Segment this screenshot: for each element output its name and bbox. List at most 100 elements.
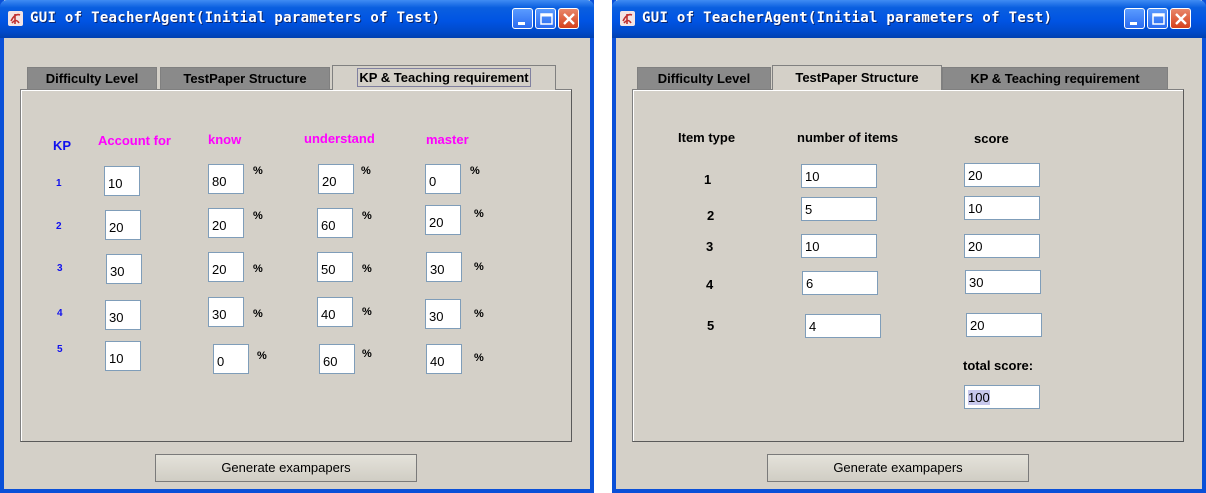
percent-label: % xyxy=(361,165,371,177)
master-field[interactable]: 0 xyxy=(425,164,461,194)
percent-label: % xyxy=(474,308,484,320)
total-score-value: 100 xyxy=(968,390,990,405)
header-kp: KP xyxy=(53,138,72,153)
generate-exampapers-button[interactable]: Generate exampapers xyxy=(767,454,1029,482)
score-field[interactable]: 20 xyxy=(966,313,1042,337)
maximize-button[interactable] xyxy=(535,8,556,29)
content-area: Difficulty Level TestPaper Structure KP … xyxy=(4,38,590,489)
tab-label: KP & Teaching requirement xyxy=(970,71,1140,86)
close-icon xyxy=(563,13,575,25)
know-field[interactable]: 30 xyxy=(208,297,244,327)
minimize-icon xyxy=(518,22,525,25)
header-account-for: Account for xyxy=(98,133,171,148)
know-field[interactable]: 20 xyxy=(208,252,244,282)
tab-label: TestPaper Structure xyxy=(795,70,919,85)
tab-kp-teaching[interactable]: KP & Teaching requirement xyxy=(332,65,556,90)
understand-field[interactable]: 50 xyxy=(317,252,353,282)
close-button[interactable] xyxy=(1170,8,1191,29)
title-bar[interactable]: GUI of TeacherAgent(Initial parameters o… xyxy=(612,0,1206,38)
percent-label: % xyxy=(253,165,263,177)
kp-label: 5 xyxy=(57,344,63,355)
tab-label: Difficulty Level xyxy=(45,71,139,86)
minimize-button[interactable] xyxy=(1124,8,1145,29)
java-app-icon xyxy=(620,11,635,26)
total-score-field[interactable]: 100 xyxy=(964,385,1040,409)
tab-label: KP & Teaching requirement xyxy=(357,68,531,87)
maximize-icon xyxy=(540,13,553,25)
account-for-field[interactable]: 20 xyxy=(105,210,141,240)
tab-testpaper-structure[interactable]: TestPaper Structure xyxy=(160,67,330,89)
window-title: GUI of TeacherAgent(Initial parameters o… xyxy=(642,10,1053,26)
header-understand: understand xyxy=(304,131,375,146)
tab-difficulty-level[interactable]: Difficulty Level xyxy=(27,67,157,89)
tab-difficulty-level[interactable]: Difficulty Level xyxy=(637,67,771,89)
window-title: GUI of TeacherAgent(Initial parameters o… xyxy=(30,10,441,26)
account-for-field[interactable]: 30 xyxy=(105,300,141,330)
percent-label: % xyxy=(474,261,484,273)
score-field[interactable]: 20 xyxy=(964,234,1040,258)
header-item-type: Item type xyxy=(678,130,736,145)
close-button[interactable] xyxy=(558,8,579,29)
item-type-label: 1 xyxy=(704,172,712,187)
understand-field[interactable]: 20 xyxy=(318,164,354,194)
master-field[interactable]: 30 xyxy=(425,299,461,329)
item-type-label: 2 xyxy=(707,208,715,223)
percent-label: % xyxy=(362,263,372,275)
percent-label: % xyxy=(470,165,480,177)
percent-label: % xyxy=(253,263,263,275)
kp-label: 3 xyxy=(57,263,63,274)
understand-field[interactable]: 60 xyxy=(317,208,353,238)
kp-label: 4 xyxy=(57,308,63,319)
number-of-items-field[interactable]: 5 xyxy=(801,197,877,221)
number-of-items-field[interactable]: 4 xyxy=(805,314,881,338)
maximize-button[interactable] xyxy=(1147,8,1168,29)
score-field[interactable]: 20 xyxy=(964,163,1040,187)
total-score-label: total score: xyxy=(963,358,1034,373)
know-field[interactable]: 80 xyxy=(208,164,244,194)
tab-kp-teaching[interactable]: KP & Teaching requirement xyxy=(942,67,1168,89)
master-field[interactable]: 30 xyxy=(426,252,462,282)
content-area: Difficulty Level TestPaper Structure KP … xyxy=(616,38,1202,489)
tab-label: TestPaper Structure xyxy=(183,71,307,86)
percent-label: % xyxy=(474,352,484,364)
generate-exampapers-button[interactable]: Generate exampapers xyxy=(155,454,417,482)
kp-label: 1 xyxy=(56,178,62,189)
minimize-button[interactable] xyxy=(512,8,533,29)
account-for-field[interactable]: 10 xyxy=(105,341,141,371)
account-for-field[interactable]: 30 xyxy=(106,254,142,284)
close-icon xyxy=(1175,13,1187,25)
number-of-items-field[interactable]: 10 xyxy=(801,164,877,188)
percent-label: % xyxy=(253,308,263,320)
window-testpaper-structure: GUI of TeacherAgent(Initial parameters o… xyxy=(612,0,1206,493)
percent-label: % xyxy=(362,348,372,360)
master-field[interactable]: 20 xyxy=(425,205,461,235)
title-bar[interactable]: GUI of TeacherAgent(Initial parameters o… xyxy=(0,0,594,38)
header-master: master xyxy=(426,132,469,147)
header-number-of-items: number of items xyxy=(797,130,899,145)
percent-label: % xyxy=(362,306,372,318)
java-app-icon xyxy=(8,11,23,26)
item-type-label: 4 xyxy=(706,277,714,292)
maximize-icon xyxy=(1152,13,1165,25)
percent-label: % xyxy=(362,210,372,222)
score-field[interactable]: 30 xyxy=(965,270,1041,294)
master-field[interactable]: 40 xyxy=(426,344,462,374)
item-type-label: 3 xyxy=(706,239,714,254)
know-field[interactable]: 20 xyxy=(208,208,244,238)
understand-field[interactable]: 40 xyxy=(317,297,353,327)
know-field[interactable]: 0 xyxy=(213,344,249,374)
percent-label: % xyxy=(257,350,267,362)
header-score: score xyxy=(974,131,1009,146)
minimize-icon xyxy=(1130,22,1137,25)
tab-testpaper-structure[interactable]: TestPaper Structure xyxy=(772,65,942,90)
account-for-field[interactable]: 10 xyxy=(104,166,140,196)
percent-label: % xyxy=(253,210,263,222)
percent-label: % xyxy=(474,208,484,220)
item-type-label: 5 xyxy=(707,318,715,333)
understand-field[interactable]: 60 xyxy=(319,344,355,374)
number-of-items-field[interactable]: 10 xyxy=(801,234,877,258)
number-of-items-field[interactable]: 6 xyxy=(802,271,878,295)
kp-label: 2 xyxy=(56,221,62,232)
score-field[interactable]: 10 xyxy=(964,196,1040,220)
header-know: know xyxy=(208,132,242,147)
